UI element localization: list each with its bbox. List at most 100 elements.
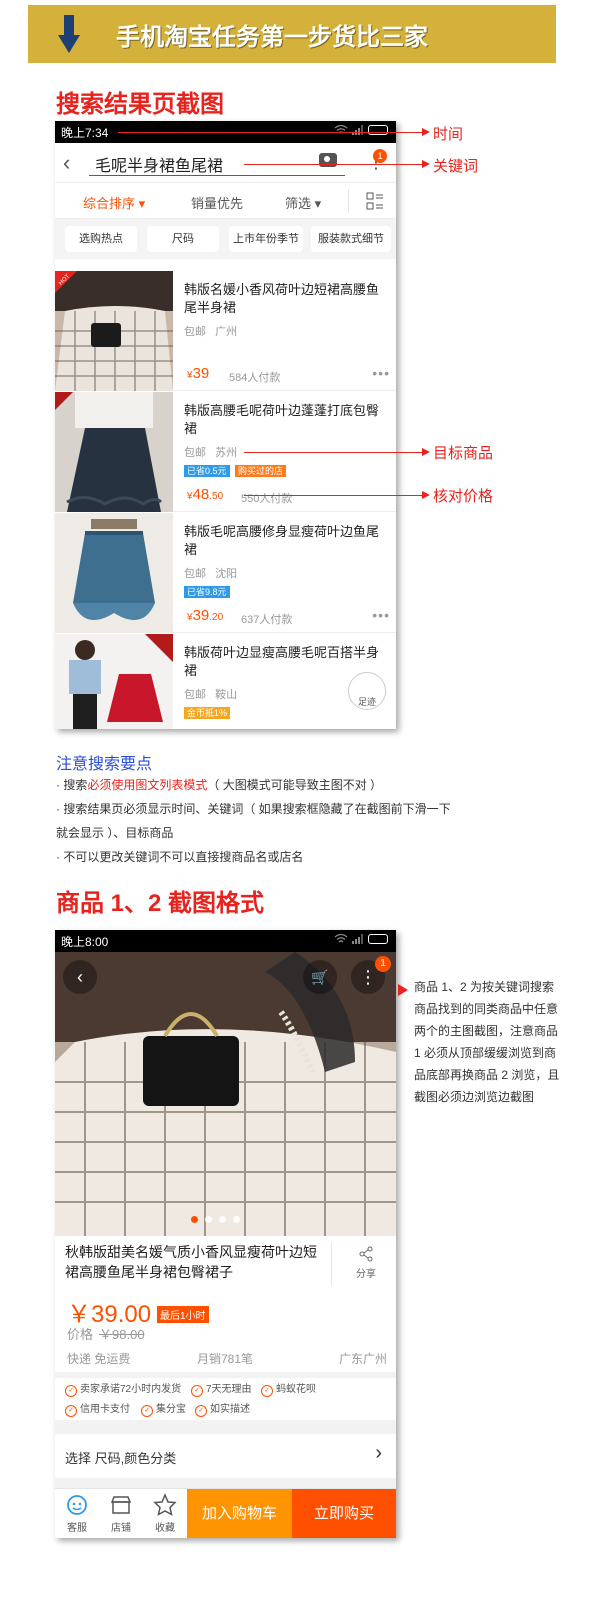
- product-main-image: [55, 952, 396, 1236]
- shipping-info: 快递 免运费: [67, 1352, 131, 1366]
- bottom-action-bar: 客服 店铺 收藏 加入购物车 立即购买: [55, 1488, 396, 1538]
- annotation-line-target: [244, 452, 424, 453]
- annotation-line-price: [244, 495, 424, 496]
- notification-badge: 1: [375, 956, 391, 972]
- location: 广东广州: [339, 1352, 388, 1366]
- wifi-icon: [334, 934, 348, 943]
- note-2: · 搜索结果页必须显示时间、关键词（ 如果搜索框隐藏了在截图前下滑一下: [56, 802, 451, 816]
- chip-hot[interactable]: 选购热点: [65, 226, 137, 252]
- cart-icon[interactable]: 🛒: [303, 960, 337, 994]
- arrow-down-icon: [58, 15, 80, 53]
- annotation-line-keyword: [244, 164, 424, 165]
- favorite-button[interactable]: 收藏: [143, 1493, 187, 1534]
- service-item: 7天无理由: [191, 1380, 252, 1397]
- keyword-underline: [89, 175, 345, 176]
- list-view-icon[interactable]: [366, 192, 384, 210]
- back-button[interactable]: ‹: [63, 960, 97, 994]
- shop-icon: [110, 1496, 132, 1514]
- item-price: ¥48.50: [187, 486, 224, 503]
- item-title: 韩版高腰毛呢荷叶边蓬蓬打底包臀裙: [184, 403, 380, 436]
- product-thumbnail: HOT: [55, 271, 173, 391]
- note-1: · 搜索必须使用图文列表模式（ 大图模式可能导致主图不对 ）: [56, 778, 383, 792]
- item-shipping: 包邮 广州: [184, 326, 238, 338]
- side-note: 商品 1、2 为按关键词搜索商品找到的同类商品中任意两个的主图截图，注意商品 1…: [414, 980, 560, 1104]
- note-3: · 不可以更改关键词不可以直接搜商品名或店名: [56, 850, 304, 864]
- notes-title: 注意搜索要点: [56, 756, 153, 773]
- search-keyword[interactable]: 毛呢半身裙鱼尾裙: [95, 152, 223, 176]
- divider: [55, 1372, 396, 1378]
- annotation-arrow: [422, 491, 430, 499]
- product-thumbnail: [55, 392, 173, 512]
- original-price: 价格 ￥98.00: [67, 1327, 145, 1342]
- tab-comprehensive[interactable]: 综合排序 ▾: [83, 193, 145, 212]
- product-detail-screenshot: 晚上8:00 ‹ 🛒 ⋮ 1 秋韩版甜美名媛气质小香风显瘦荷叶边短裙高腰鱼尾半身…: [55, 930, 396, 1538]
- battery-icon: [368, 934, 388, 944]
- monthly-sales: 月销781笔: [197, 1352, 254, 1366]
- annotation-keyword: 关键词: [433, 158, 479, 175]
- item-shipping: 包邮 苏州: [184, 447, 238, 459]
- bottom-label: 收藏: [155, 1523, 175, 1534]
- section-title-product: 商品 1、2 截图格式: [56, 890, 265, 917]
- promo-badge: 最后1小时: [157, 1306, 209, 1323]
- list-item[interactable]: HOT 韩版名媛小香风荷叶边短裙高腰鱼尾半身裙 包邮 广州 ¥39 584人付款…: [55, 271, 396, 391]
- annotation-arrow: [422, 160, 430, 168]
- coin-tag: 金币抵1%: [184, 707, 231, 719]
- list-item[interactable]: 韩版毛呢高腰修身显瘦荷叶边鱼尾裙 包邮 沈阳 已省9.8元 ¥39.20 637…: [55, 513, 396, 633]
- status-time: 晚上8:00: [61, 934, 109, 949]
- note-2-cont: 就会显示 ）、目标商品: [56, 826, 174, 840]
- status-bar: 晚上8:00: [55, 930, 396, 952]
- customer-service-button[interactable]: 客服: [55, 1493, 99, 1534]
- shop-button[interactable]: 店铺: [99, 1493, 143, 1534]
- service-item: 信用卡支付: [65, 1400, 130, 1417]
- product-thumbnail: [55, 513, 173, 633]
- chip-season[interactable]: 上市年份季节: [229, 226, 303, 252]
- annotation-arrow: [422, 128, 430, 136]
- annotation-arrow: [398, 984, 408, 996]
- wifi-icon: [334, 125, 348, 134]
- list-item[interactable]: 韩版荷叶边显瘦高腰毛呢百搭半身裙 包邮 鞍山 金币抵1% 足迹: [55, 634, 396, 729]
- more-icon[interactable]: •••: [372, 607, 390, 623]
- section-title-search: 搜索结果页截图: [56, 91, 224, 118]
- status-time: 晚上7:34: [61, 125, 109, 140]
- star-icon: [153, 1493, 177, 1516]
- item-shipping: 包邮 鞍山: [184, 689, 238, 701]
- chip-size[interactable]: 尺码: [147, 226, 219, 252]
- chip-style[interactable]: 服装款式细节: [311, 226, 391, 252]
- sku-selector[interactable]: 选择 尺码,颜色分类: [65, 1448, 176, 1467]
- item-sold: 550人付款: [241, 493, 293, 505]
- annotation-time: 时间: [433, 126, 464, 143]
- saved-tag: 已省0.5元: [184, 465, 230, 477]
- bottom-label: 店铺: [111, 1523, 131, 1534]
- annotation-line-time: [118, 132, 424, 133]
- back-icon[interactable]: ‹: [63, 152, 70, 174]
- footprint-button[interactable]: 足迹: [348, 672, 386, 710]
- service-item: 如实描述: [195, 1400, 250, 1417]
- tab-filter[interactable]: 筛选 ▾: [285, 193, 321, 212]
- item-price: ¥39: [187, 365, 210, 382]
- tab-divider: [348, 189, 349, 213]
- signal-icon: [352, 934, 363, 944]
- saved-tag: 已省9.8元: [184, 586, 230, 598]
- carousel-dots[interactable]: [191, 1216, 240, 1223]
- item-price: ¥39.20: [187, 607, 224, 624]
- service-item: 集分宝: [141, 1400, 186, 1417]
- service-item: 蚂蚁花呗: [261, 1380, 316, 1397]
- filter-chips: 选购热点 尺码 上市年份季节 服装款式细节: [55, 219, 396, 259]
- service-item: 卖家承诺72小时内发货: [65, 1380, 181, 1397]
- share-label: 分享: [356, 1269, 376, 1280]
- sort-tabs: 综合排序 ▾ 销量优先 筛选 ▾: [55, 183, 396, 219]
- chevron-right-icon[interactable]: ›: [375, 1442, 382, 1465]
- buy-now-button[interactable]: 立即购买: [292, 1489, 396, 1538]
- page-title: 手机淘宝任务第一步货比三家: [116, 24, 428, 51]
- divider: [55, 1478, 396, 1488]
- tab-sales[interactable]: 销量优先: [191, 193, 243, 212]
- more-icon[interactable]: •••: [372, 365, 390, 381]
- share-icon: [359, 1246, 373, 1262]
- item-sold: 637人付款: [241, 614, 293, 626]
- search-bar[interactable]: ‹ 毛呢半身裙鱼尾裙 ⋮ 1: [55, 143, 396, 183]
- share-button[interactable]: 分享: [351, 1246, 381, 1280]
- notification-badge: 1: [373, 149, 387, 163]
- annotation-arrow: [422, 448, 430, 456]
- add-to-cart-button[interactable]: 加入购物车: [187, 1489, 292, 1538]
- search-results-screenshot: 晚上7:34 ‹ 毛呢半身裙鱼尾裙 ⋮ 1 综合排序 ▾ 销量优先 筛选 ▾ 选…: [55, 121, 396, 729]
